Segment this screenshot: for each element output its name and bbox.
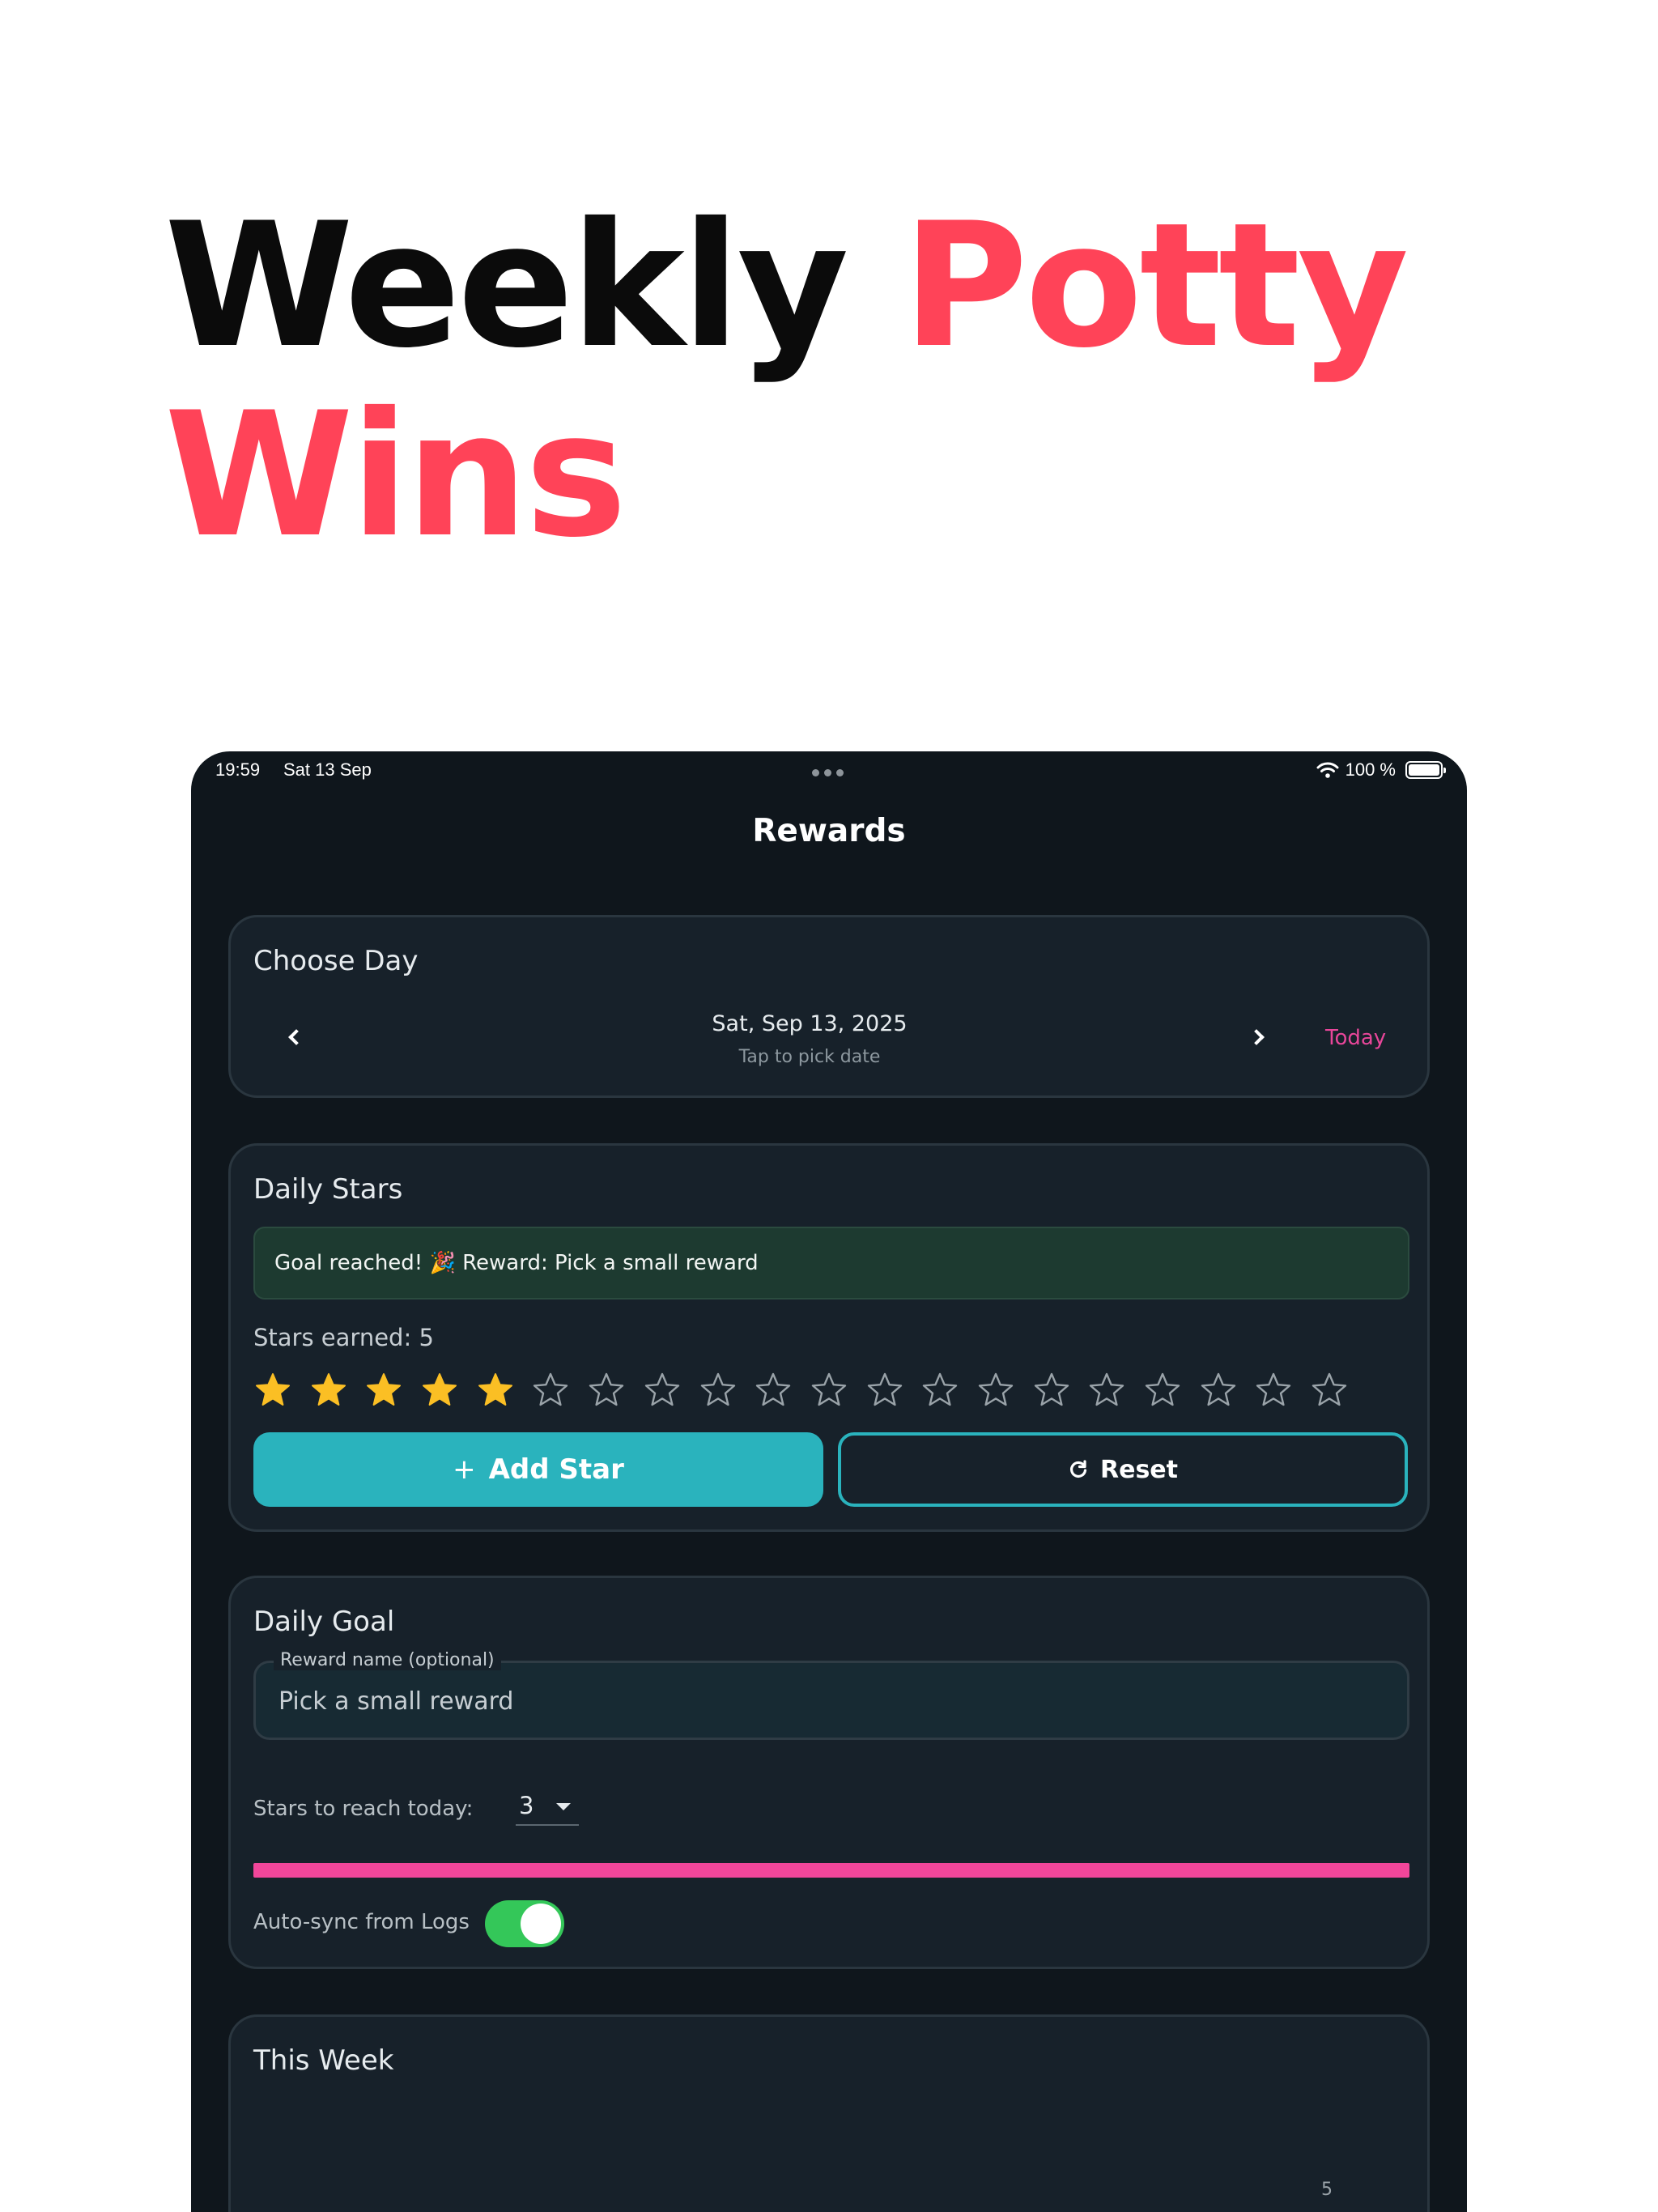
star-outline-icon [1256,1372,1291,1406]
status-date: Sat 13 Sep [283,759,372,780]
goal-progress-bar [253,1863,1409,1878]
star-filled-icon [367,1373,402,1406]
star-outline-icon [1201,1372,1235,1406]
reward-name-input[interactable]: Reward name (optional) Pick a small rewa… [253,1650,1409,1740]
chevron-left-icon [288,1029,304,1045]
battery-icon [1405,761,1446,779]
star-outline-icon [1145,1372,1180,1406]
star-filled-icon [478,1373,512,1406]
star-filled-icon [256,1373,290,1406]
star-outline-icon [978,1372,1014,1406]
selected-date: Sat, Sep 13, 2025 [712,1011,908,1036]
reward-name-value: Pick a small reward [278,1687,514,1716]
star-outline-icon [589,1372,624,1406]
refresh-icon [1069,1460,1087,1478]
multitasking-dots-icon[interactable] [812,769,844,776]
goal-progress-fill [253,1863,1409,1878]
reset-label: Reset [1100,1455,1178,1484]
daily-stars-title: Daily Stars [253,1173,403,1206]
caret-down-icon [556,1803,571,1810]
star-filled-icon [311,1373,346,1406]
battery-percent: 100 % [1345,759,1396,780]
choose-day-title: Choose Day [253,945,419,977]
previous-day-button[interactable] [278,1021,310,1053]
daily-goal-card: Daily Goal Reward name (optional) Pick a… [228,1576,1430,1969]
add-star-button[interactable]: + Add Star [253,1432,823,1507]
reset-button[interactable]: Reset [838,1432,1408,1507]
goal-reached-banner: Goal reached! 🎉 Reward: Pick a small rew… [253,1227,1409,1300]
today-button[interactable]: Today [1325,1026,1386,1050]
star-outline-icon [1034,1372,1069,1406]
status-bar: 19:59 Sat 13 Sep 100 % [191,751,1467,790]
auto-sync-label: Auto-sync from Logs [253,1910,470,1934]
device-screen: 19:59 Sat 13 Sep 100 % Rewards Choose Da… [191,751,1467,2212]
wifi-icon [1316,762,1339,778]
star-outline-icon [755,1372,791,1406]
star-outline-icon [867,1372,902,1406]
daily-goal-title: Daily Goal [253,1606,395,1638]
headline-word-accent: Potty [902,185,1409,385]
date-hint: Tap to pick date [738,1047,881,1067]
daily-stars-card: Daily Stars Goal reached! 🎉 Reward: Pick… [228,1143,1430,1532]
status-time: 19:59 [215,759,261,780]
plus-icon: + [453,1453,476,1486]
status-right: 100 % [1316,759,1446,781]
data-label: 5 [1321,2180,1333,2200]
week-chart: 5 [1321,2180,1333,2200]
stars-to-reach-select[interactable]: 3 [516,1790,579,1826]
page-title: Rewards [752,813,906,849]
toggle-knob [521,1904,561,1944]
stars-earned-text: Stars earned: 5 [253,1324,434,1351]
headline-word-dark: Weekly [164,185,849,385]
star-outline-icon [1090,1372,1124,1406]
reward-name-label: Reward name (optional) [274,1650,501,1670]
next-day-button[interactable] [1243,1021,1275,1053]
stars-to-reach-value: 3 [519,1792,534,1819]
star-outline-icon [534,1372,568,1406]
add-star-label: Add Star [488,1453,624,1486]
star-outline-icon [1312,1372,1347,1406]
star-filled-icon [423,1373,457,1406]
star-outline-icon [644,1372,680,1406]
star-outline-icon [700,1372,735,1406]
stars-to-reach-label: Stars to reach today: [253,1797,474,1821]
choose-day-card: Choose Day Sat, Sep 13, 2025 Tap to pick… [228,915,1430,1098]
headline-line-1: Weekly Potty [164,191,1409,381]
star-outline-icon [811,1372,847,1406]
star-outline-icon [923,1372,958,1406]
date-picker-trigger[interactable]: Sat, Sep 13, 2025 Tap to pick date [636,917,984,1095]
stars-row [253,1371,1349,1410]
headline: Weekly Potty Wins [164,191,1409,575]
chevron-right-icon [1248,1029,1265,1045]
headline-line-2: Wins [164,375,627,575]
auto-sync-toggle[interactable] [485,1900,564,1947]
this-week-card: This Week 5 [228,2014,1430,2212]
